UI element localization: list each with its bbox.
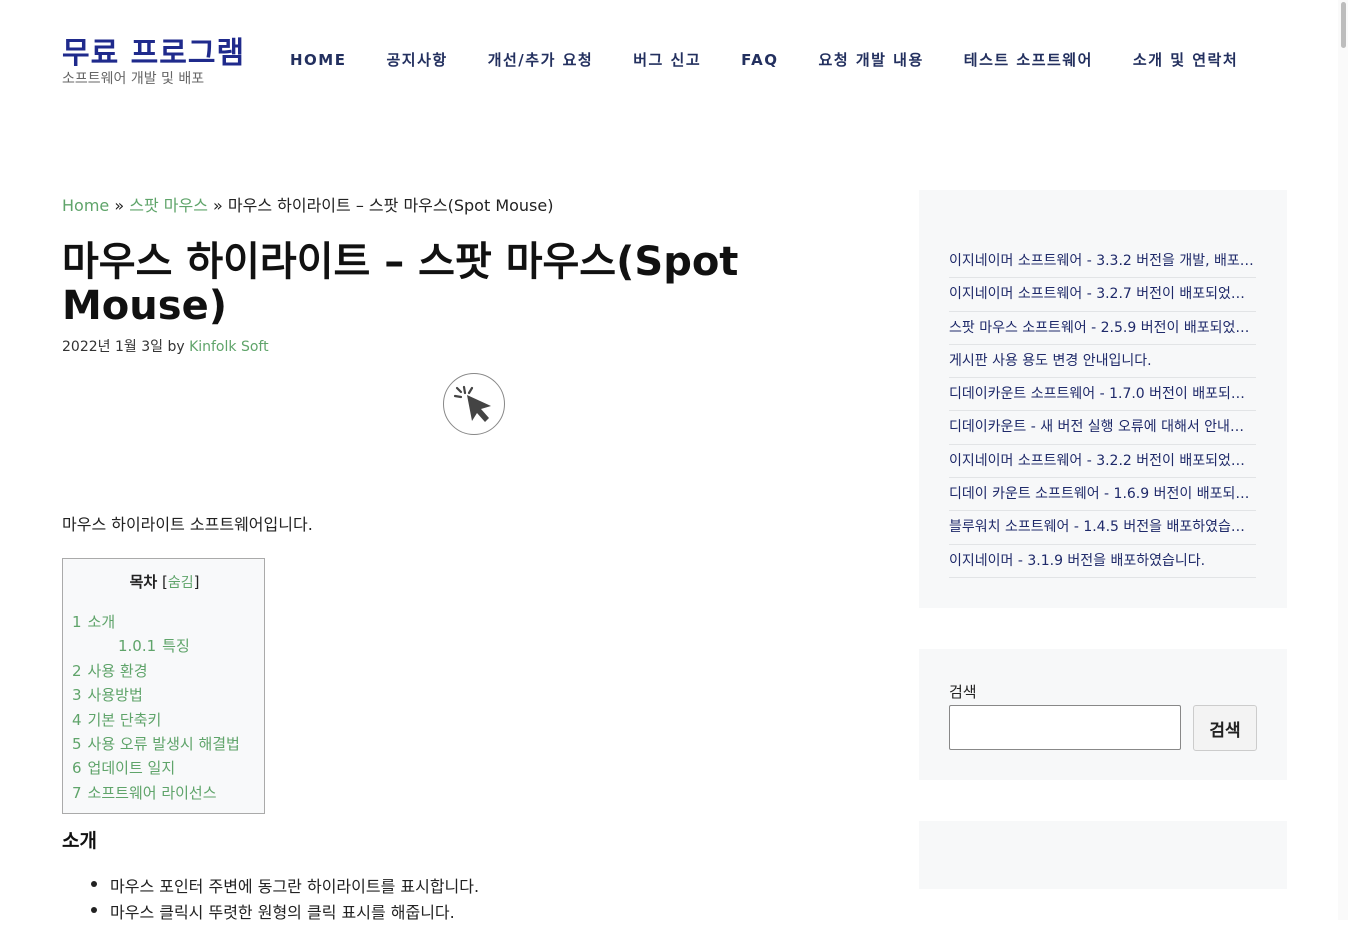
- toc-item[interactable]: 6 업데이트 일지: [72, 757, 240, 781]
- list-item: 마우스 포인터 주변에 동그란 하이라이트를 표시합니다.: [90, 873, 479, 899]
- recent-post-link[interactable]: 디데이카운트 소프트웨어 - 1.7.0 버전이 배포되었습니다.: [949, 378, 1256, 412]
- recent-post-link[interactable]: 이지네이머 소프트웨어 - 3.3.2 버전을 개발, 배포하였습니다.: [949, 245, 1256, 279]
- toc-item[interactable]: 1 소개: [72, 611, 240, 635]
- search-input[interactable]: [949, 705, 1181, 750]
- toc-bracket: ]: [193, 573, 200, 591]
- post-meta: 2022년 1월 3일 by Kinfolk Soft: [62, 336, 269, 356]
- table-of-contents: 목차 [숨김] 1 소개 1.0.1 특징 2 사용 환경 3 사용방법 4 기본 단축키…: [62, 558, 265, 814]
- breadcrumb-current: 마우스 하이라이트 – 스팟 마우스(Spot Mouse): [227, 196, 554, 215]
- nav-item-test-software[interactable]: 테스트 소프트웨어: [944, 48, 1113, 72]
- nav-item-about-contact[interactable]: 소개 및 연락처: [1113, 48, 1258, 72]
- toc-item[interactable]: 2 사용 환경: [72, 660, 240, 684]
- list-item: 마우스 클릭시 뚜렷한 원형의 클릭 표시를 해줍니다.: [90, 899, 479, 925]
- recent-post-link[interactable]: 이지네이머 소프트웨어 - 3.2.7 버전이 배포되었습니다.: [949, 278, 1256, 312]
- toc-header: 목차 [숨김]: [63, 571, 266, 592]
- toc-item[interactable]: 7 소프트웨어 라이선스: [72, 782, 240, 806]
- recent-post-link[interactable]: 블루워치 소프트웨어 - 1.4.5 버전을 배포하였습니다.: [949, 511, 1256, 545]
- recent-post-link[interactable]: 게시판 사용 용도 변경 안내입니다.: [949, 345, 1256, 379]
- nav-item-request[interactable]: 개선/추가 요청: [468, 48, 614, 72]
- search-label: 검색: [949, 683, 977, 701]
- scrollbar-thumb[interactable]: [1341, 2, 1346, 48]
- breadcrumb: Home » 스팟 마우스 » 마우스 하이라이트 – 스팟 마우스(Spot …: [62, 192, 553, 216]
- toc-item[interactable]: 3 사용방법: [72, 684, 240, 708]
- intro-text: 마우스 하이라이트 소프트웨어입니다.: [62, 515, 313, 534]
- breadcrumb-separator: »: [114, 196, 125, 215]
- recent-post-link[interactable]: 디데이 카운트 소프트웨어 - 1.6.9 버전이 배포되었습니다.: [949, 478, 1256, 512]
- recent-post-link[interactable]: 이지네이머 소프트웨어 - 3.2.2 버전이 배포되었습니다.: [949, 445, 1256, 479]
- nav-item-bug-report[interactable]: 버그 신고: [613, 48, 721, 72]
- post-by: by: [167, 339, 185, 355]
- toc-item[interactable]: 1.0.1 특징: [72, 635, 240, 659]
- toc-title: 목차: [129, 573, 158, 591]
- recent-posts-list: 이지네이머 소프트웨어 - 3.3.2 버전을 개발, 배포하였습니다. 이지네…: [949, 245, 1256, 578]
- recent-post-link[interactable]: 디데이카운트 - 새 버전 실행 오류에 대해서 안내드립니다.: [949, 411, 1256, 445]
- breadcrumb-home[interactable]: Home: [62, 196, 109, 215]
- toc-item[interactable]: 5 사용 오류 발생시 해결법: [72, 733, 240, 757]
- nav-item-faq[interactable]: FAQ: [721, 48, 798, 72]
- site-title[interactable]: 무료 프로그램: [62, 28, 245, 72]
- nav-item-home[interactable]: HOME: [270, 48, 366, 72]
- toc-hide-link[interactable]: 숨김: [168, 575, 194, 591]
- page-scrollbar[interactable]: [1338, 0, 1348, 920]
- cursor-click-icon: [443, 373, 505, 435]
- site-description: 소프트웨어 개발 및 배포: [62, 71, 205, 87]
- search-button[interactable]: 검색: [1193, 705, 1257, 751]
- sidebar-widget-empty: [919, 821, 1287, 889]
- toc-item[interactable]: 4 기본 단축키: [72, 709, 240, 733]
- post-date: 2022년 1월 3일: [62, 339, 163, 355]
- breadcrumb-separator: »: [213, 196, 223, 215]
- nav-item-dev-requests[interactable]: 요청 개발 내용: [799, 48, 944, 72]
- recent-post-link[interactable]: 이지네이머 - 3.1.9 버전을 배포하였습니다.: [949, 545, 1256, 578]
- section-heading: 소개: [62, 830, 97, 852]
- page-title: 마우스 하이라이트 – 스팟 마우스(Spot Mouse): [62, 239, 739, 329]
- main-nav: HOME 공지사항 개선/추가 요청 버그 신고 FAQ 요청 개발 내용 테스…: [270, 48, 1258, 72]
- feature-list: 마우스 포인터 주변에 동그란 하이라이트를 표시합니다. 마우스 클릭시 뚜렷…: [90, 873, 479, 925]
- post-author[interactable]: Kinfolk Soft: [189, 339, 269, 355]
- nav-item-notice[interactable]: 공지사항: [366, 48, 467, 72]
- breadcrumb-category[interactable]: 스팟 마우스: [129, 196, 208, 215]
- recent-post-link[interactable]: 스팟 마우스 소프트웨어 - 2.5.9 버전이 배포되었습니다.: [949, 312, 1256, 345]
- toc-list: 1 소개 1.0.1 특징 2 사용 환경 3 사용방법 4 기본 단축키 5 사용 오류 …: [72, 611, 240, 806]
